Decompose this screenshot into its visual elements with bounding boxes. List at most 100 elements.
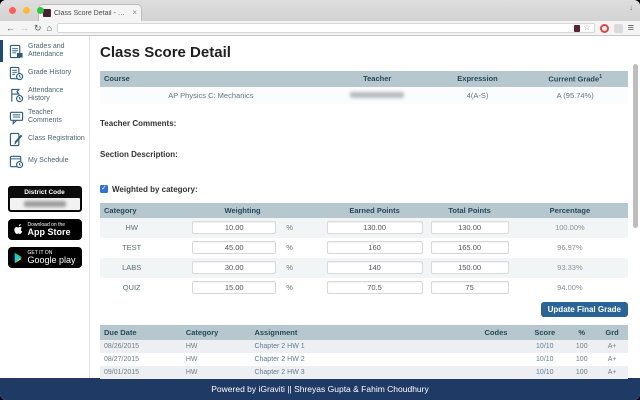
score-percent: 100 xyxy=(575,368,588,376)
assignment-category: HW xyxy=(185,368,198,376)
assignment-row: 08/26/2015 HW Chapter 2 HW 1 10/10 100 A… xyxy=(100,339,628,353)
assignment-name[interactable]: Chapter 2 HW 3 xyxy=(250,369,469,376)
earned-points-input[interactable] xyxy=(326,221,423,234)
minimize-window-button[interactable] xyxy=(23,7,30,14)
weighting-input[interactable] xyxy=(192,221,277,234)
address-bar[interactable]: ☆ xyxy=(56,23,595,33)
downloads-icon[interactable]: ↓ xyxy=(629,3,633,12)
weighted-by-category-checkbox[interactable] xyxy=(100,184,108,193)
course-header: Course xyxy=(104,74,130,84)
sidebar-item-label: Class Registration xyxy=(28,135,85,142)
category-value: LABS xyxy=(122,263,142,272)
main-content: Class Score Detail Course Teacher Expres… xyxy=(90,36,640,379)
assignment-category: HW xyxy=(185,342,198,350)
sidebar-item-grade-history[interactable]: Grade History xyxy=(0,62,89,84)
close-window-button[interactable] xyxy=(9,7,16,14)
due-date: 08/26/2015 xyxy=(104,342,140,350)
my-schedule-icon xyxy=(9,155,24,168)
sidebar-item-attendance-history[interactable]: Attendance History xyxy=(0,84,89,106)
tab-close-icon[interactable]: × xyxy=(132,9,137,17)
tab-strip: Class Score Detail - Powe × ↓ xyxy=(0,0,640,21)
tab-title: Class Score Detail - Powe xyxy=(54,9,130,17)
total-points-input[interactable] xyxy=(430,241,509,254)
teacher-name-redacted xyxy=(322,87,433,104)
assignment-row: 09/01/2015 HW Chapter 2 HW 3 10/10 100 A… xyxy=(100,365,628,379)
browser-tab[interactable]: Class Score Detail - Powe × xyxy=(38,4,142,21)
bookmark-extension-icon[interactable] xyxy=(574,24,581,32)
weighting-input[interactable] xyxy=(192,241,277,254)
category-header: Category xyxy=(104,205,137,215)
district-code-field xyxy=(9,198,80,210)
total-points-input[interactable] xyxy=(430,281,509,294)
teacher-comments-icon xyxy=(9,111,24,125)
sidebar-item-my-schedule[interactable]: My Schedule xyxy=(0,150,89,172)
tab-favicon xyxy=(43,9,51,17)
app-store-badge[interactable]: Download on the App Store xyxy=(7,219,82,240)
grade-letter: A+ xyxy=(607,368,617,376)
update-final-grade-button[interactable]: Update Final Grade xyxy=(540,301,628,317)
assignment-header: Assignment xyxy=(254,327,298,337)
zoom-window-button[interactable] xyxy=(37,7,44,14)
weighting-row: QUIZ % 94.00% xyxy=(100,278,628,298)
grd-header: Grd xyxy=(605,327,619,337)
assignment-name[interactable]: Chapter 2 HW 1 xyxy=(250,343,469,350)
score[interactable]: 10/10 xyxy=(522,356,567,363)
sidebar-item-label: Grades and Attendance xyxy=(28,43,65,58)
percentage-value: 96.97% xyxy=(557,243,583,252)
page-footer: Powered by iGraviti || Shreyas Gupta & F… xyxy=(0,378,640,400)
district-code-redacted xyxy=(23,201,66,207)
browser-window: Class Score Detail - Powe × ↓ ← → ↻ ⌂ ☆ … xyxy=(0,0,640,400)
total-points-input[interactable] xyxy=(430,261,509,274)
earned-points-input[interactable] xyxy=(326,261,423,274)
class-registration-icon xyxy=(9,132,23,146)
expression-value: 4(A-S) xyxy=(466,90,489,100)
sidebar-item-teacher-comments[interactable]: Teacher Comments xyxy=(0,106,89,128)
page-scrollbar[interactable] xyxy=(633,64,638,228)
assignments-table-header: Due Date Category Assignment Codes Score… xyxy=(100,324,628,340)
earned-points-input[interactable] xyxy=(326,241,423,254)
forward-icon[interactable]: → xyxy=(20,23,29,33)
app-store-badge-text: Download on the App Store xyxy=(27,222,71,237)
percent-sign: % xyxy=(286,263,293,272)
google-play-badge[interactable]: GET IT ON Google play xyxy=(7,247,82,268)
grade-letter: A+ xyxy=(607,355,617,363)
assignment-category: HW xyxy=(185,355,198,363)
percent-header: % xyxy=(578,327,586,337)
sidebar-item-grades-and-attendance[interactable]: Grades and Attendance xyxy=(0,40,89,62)
score[interactable]: 10/10 xyxy=(522,343,567,350)
score-header: Score xyxy=(534,327,556,337)
percent-sign: % xyxy=(286,243,293,252)
course-table-header: Course Teacher Expression Current Grade1 xyxy=(100,71,628,87)
score-percent: 100 xyxy=(575,355,588,363)
weighting-input[interactable] xyxy=(192,261,277,274)
bookmark-star-icon[interactable]: ☆ xyxy=(583,24,590,32)
google-play-icon xyxy=(14,252,21,263)
grade-history-icon xyxy=(9,66,24,80)
weighting-row: HW % 100.00% xyxy=(100,217,628,238)
weighting-row: LABS % 93.33% xyxy=(100,257,628,278)
refresh-icon[interactable]: ↻ xyxy=(34,23,42,33)
weighting-input[interactable] xyxy=(192,281,277,294)
grade-letter: A+ xyxy=(607,342,617,350)
browser-menu-icon[interactable]: ≡ xyxy=(628,23,634,34)
percentage-value: 94.00% xyxy=(557,283,583,292)
weighting-table-header: Category Weighting Earned Points Total P… xyxy=(100,202,628,218)
sidebar-item-label: Attendance History xyxy=(28,87,64,102)
extension-red-icon[interactable] xyxy=(599,23,609,33)
course-row: AP Physics C: Mechanics 4(A-S) A (95.74%… xyxy=(100,86,628,104)
sidebar-item-class-registration[interactable]: Class Registration xyxy=(0,128,89,150)
earned-points-input[interactable] xyxy=(326,281,423,294)
assignment-row: 08/27/2015 HW Chapter 2 HW 2 10/10 100 A… xyxy=(100,352,628,366)
attendance-history-icon xyxy=(11,88,24,102)
sidebar-item-label: Teacher Comments xyxy=(28,109,62,124)
score[interactable]: 10/10 xyxy=(522,369,567,376)
footer-text: Powered by iGraviti || Shreyas Gupta & F… xyxy=(211,384,429,394)
assignment-name[interactable]: Chapter 2 HW 2 xyxy=(250,356,469,363)
sidebar: Grades and Attendance Grade History Atte… xyxy=(0,36,90,378)
total-points-input[interactable] xyxy=(430,221,509,234)
home-icon[interactable]: ⌂ xyxy=(47,23,52,33)
due-date-header: Due Date xyxy=(104,327,137,337)
percentage-header: Percentage xyxy=(549,205,591,215)
back-icon[interactable]: ← xyxy=(6,23,15,33)
extension-disabled-icon[interactable] xyxy=(613,23,623,33)
